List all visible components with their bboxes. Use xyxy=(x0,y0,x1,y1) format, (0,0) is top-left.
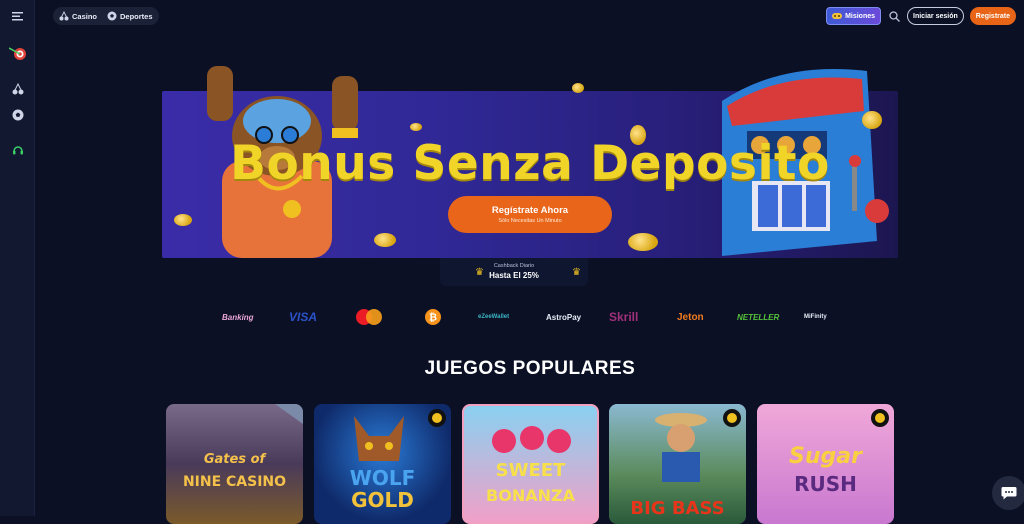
game-title-line2: BONANZA xyxy=(486,486,575,505)
register-label: Registrate xyxy=(975,12,1010,20)
game-title-line2: RUSH xyxy=(794,472,857,496)
fisherman-icon xyxy=(655,413,707,482)
game-title-line2: NINE CASINO xyxy=(182,474,287,490)
bomb-icon xyxy=(871,409,889,427)
misiones-label: Misiones xyxy=(845,12,876,20)
hamburger-icon xyxy=(12,12,23,21)
crown-icon: ♛ xyxy=(572,267,581,278)
bomb-icon xyxy=(428,409,446,427)
tab-casino-label: Casino xyxy=(72,11,98,21)
search-icon xyxy=(888,10,900,22)
tab-deportes-label: Deportes xyxy=(120,11,153,21)
bitcoin-icon: ₿ xyxy=(425,309,441,325)
svg-text:₿: ₿ xyxy=(429,312,437,324)
game-title-line1: SWEET xyxy=(495,460,566,481)
payment-astropay: AstroPay xyxy=(546,312,582,322)
login-button[interactable]: Iniciar sesión xyxy=(907,7,964,25)
payment-mifinity: MiFinity xyxy=(804,314,827,320)
bomb-icon xyxy=(723,409,741,427)
chat-bubble-icon xyxy=(1001,487,1017,500)
payment-skrill: Skrill xyxy=(609,310,639,324)
coin-decoration xyxy=(374,233,396,247)
nav-tabs: Casino Deportes xyxy=(53,7,159,25)
soccer-ball-icon xyxy=(12,109,23,120)
sidebar-item-sports[interactable] xyxy=(8,105,27,124)
coin-decoration xyxy=(410,123,422,131)
register-now-button[interactable]: Regístrate Ahora Sólo Necesitas Un Minut… xyxy=(448,196,612,233)
tab-deportes[interactable]: Deportes xyxy=(107,11,153,21)
sidebar-item-support[interactable] xyxy=(8,140,27,159)
hero-banner[interactable]: Bonus Senza Deposito Regístrate Ahora Só… xyxy=(162,66,898,258)
cta-label: Regístrate Ahora xyxy=(491,205,569,216)
wolf-icon xyxy=(354,416,404,461)
mastercard-icon xyxy=(356,309,382,325)
dart-target-icon xyxy=(8,46,26,60)
chat-button[interactable] xyxy=(992,476,1024,510)
game-title-line2: GOLD xyxy=(351,488,414,512)
new-tag-icon xyxy=(275,404,303,424)
game-tile[interactable]: Sugar RUSH xyxy=(757,404,894,524)
register-button[interactable]: Registrate xyxy=(969,7,1016,25)
game-tile[interactable]: Gates of NINE CASINO xyxy=(166,404,303,524)
cashback-label: Cashback Diario xyxy=(493,263,535,269)
header-controls: Misiones Iniciar sesión Registrate xyxy=(826,7,1016,25)
popular-games-title: JUEGOS POPULARES xyxy=(424,358,636,379)
cashback-value: Hasta El 25% xyxy=(489,271,539,280)
login-label: Iniciar sesión xyxy=(913,12,958,20)
payment-mastercard xyxy=(355,308,383,326)
misiones-button[interactable]: Misiones xyxy=(826,7,882,25)
game-tile[interactable]: SWEET BONANZA xyxy=(462,404,599,524)
game-title-line1: WOLF xyxy=(349,466,416,490)
search-button[interactable] xyxy=(887,9,901,23)
payment-ezeewallet: eZeeWallet xyxy=(478,314,510,320)
crown-icon: ♛ xyxy=(475,267,484,278)
game-tile[interactable]: WOLF GOLD xyxy=(314,404,451,524)
coin-decoration xyxy=(174,214,192,226)
payment-bitcoin: ₿ xyxy=(424,308,442,326)
payment-visa: VISA xyxy=(289,310,318,324)
payment-banking: Banking xyxy=(222,312,254,322)
coin-decoration xyxy=(628,233,658,251)
sidebar-item-casino[interactable] xyxy=(8,79,27,98)
candy-hearts-icon xyxy=(492,426,571,453)
menu-toggle-button[interactable] xyxy=(8,7,27,26)
payment-jeton: Jeton xyxy=(677,311,704,323)
tab-casino[interactable]: Casino xyxy=(59,11,97,21)
gamepad-icon xyxy=(832,13,843,19)
coin-decoration xyxy=(572,83,584,93)
cherries-icon xyxy=(12,82,23,94)
sidebar xyxy=(0,0,35,516)
soccer-ball-icon xyxy=(107,11,117,21)
game-tile[interactable]: BIG BASS xyxy=(609,404,746,524)
cta-sublabel: Sólo Necesitas Un Minuto xyxy=(498,218,562,224)
payment-neteller: NETELLER xyxy=(737,312,780,322)
payment-methods: Banking VISA ₿ eZeeWallet AstroPay Skril… xyxy=(0,308,1024,326)
game-title-line1: Sugar xyxy=(789,444,862,469)
headset-icon xyxy=(12,145,23,154)
hero-title: Bonus Senza Deposito xyxy=(230,136,830,191)
top-bar: Casino Deportes Misiones Iniciar sesión … xyxy=(35,0,1024,32)
cherries-icon xyxy=(59,11,69,21)
sidebar-item-promotions[interactable] xyxy=(8,43,27,62)
cashback-badge: ♛ Cashback Diario Hasta El 25% ♛ xyxy=(440,258,588,286)
coin-decoration xyxy=(862,111,882,129)
game-title-line1: Gates of xyxy=(203,452,266,467)
